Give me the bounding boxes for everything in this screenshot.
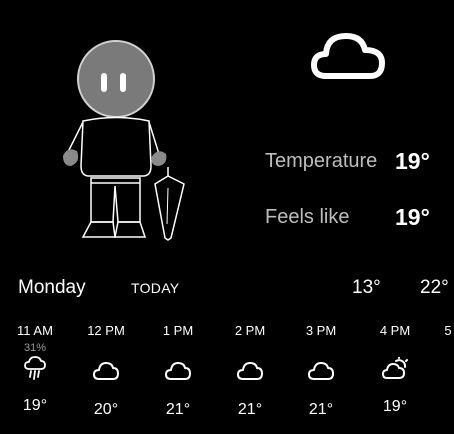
hourly-item: 12 PM 20° (70, 322, 142, 420)
hour-time: 3 PM (305, 323, 337, 338)
hour-time: 12 PM (87, 323, 125, 338)
cloud-icon (70, 360, 142, 400)
hourly-item: 11 AM 31% 19° (0, 322, 71, 416)
hour-time: 11 AM (17, 323, 53, 338)
hour-temp: 21° (308, 401, 334, 418)
hourly-item: 2 PM 21° (214, 322, 286, 420)
low-temp: 13° (352, 277, 381, 298)
precip-chance (70, 340, 142, 356)
hour-time: 1 PM (162, 323, 194, 338)
hour-temp: 19° (382, 398, 408, 415)
day-name: Monday (18, 277, 86, 298)
precip-chance (412, 340, 454, 356)
empty-icon (412, 356, 454, 396)
cloud-icon (142, 360, 214, 400)
character-avatar-illustration (63, 40, 185, 241)
precip-chance (214, 340, 286, 356)
hour-temp: 19° (22, 397, 48, 414)
hourly-item: 3 PM 21° (285, 322, 357, 420)
hour-temp: 21° (237, 401, 263, 418)
hourly-item: 1 PM 21° (142, 322, 214, 420)
hourly-item: 5 (412, 322, 454, 396)
hour-time: 5 (444, 323, 452, 338)
rain-cloud-icon (0, 356, 71, 396)
temperature-value: 19° (395, 148, 430, 174)
temperature-label: Temperature (265, 150, 378, 172)
today-badge: TODAY (131, 280, 180, 296)
feels-like-label: Feels like (265, 206, 350, 228)
cloud-icon (285, 360, 357, 400)
high-temp: 22° (420, 277, 449, 298)
hour-time: 2 PM (234, 323, 266, 338)
hour-temp: 21° (165, 401, 191, 418)
precip-chance: 31% (23, 342, 47, 354)
feels-like-value: 19° (395, 204, 430, 230)
precip-chance (285, 340, 357, 356)
hour-temp: 20° (93, 401, 119, 418)
precip-chance (142, 340, 214, 356)
cloud-icon (311, 33, 385, 79)
cloud-icon (214, 360, 286, 400)
